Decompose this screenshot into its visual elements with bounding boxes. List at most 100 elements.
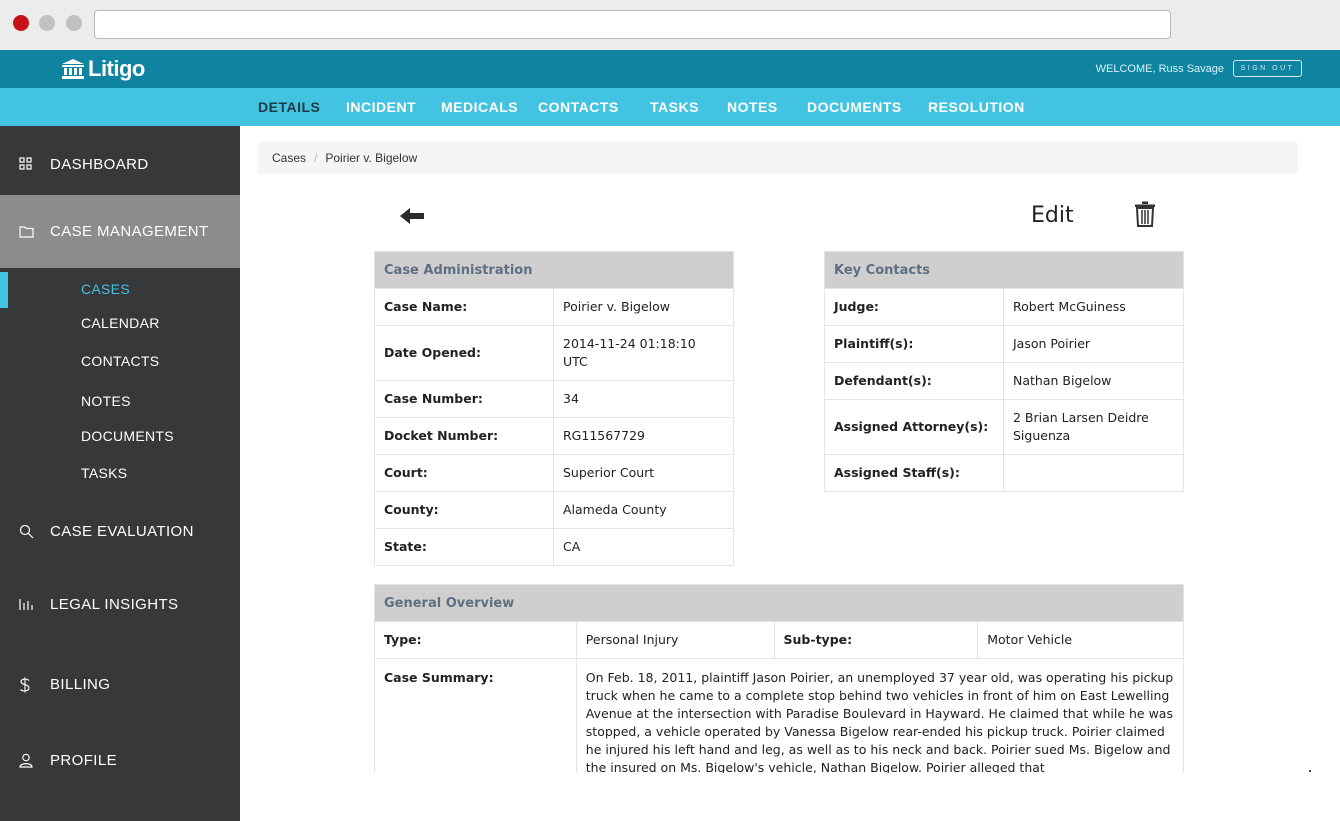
tab-contacts[interactable]: CONTACTS (538, 88, 619, 126)
sidebar-item-label: DASHBOARD (50, 155, 149, 173)
case-number-label: Case Number: (374, 380, 554, 418)
app-name: Litigo (88, 56, 145, 81)
sign-out-button[interactable]: SIGN OUT (1233, 60, 1302, 77)
case-summary-label: Case Summary: (374, 658, 577, 773)
assigned-attorney-label: Assigned Attorney(s): (824, 399, 1004, 455)
sidebar-item-billing[interactable]: BILLING (0, 666, 240, 702)
table-row: Case Summary: On Feb. 18, 2011, plaintif… (374, 658, 1184, 773)
folder-icon (19, 225, 34, 239)
type-value: Personal Injury (575, 621, 775, 659)
table-row: Court: Superior Court (374, 454, 734, 492)
case-summary-text: On Feb. 18, 2011, plaintiff Jason Poirie… (575, 658, 1184, 773)
table-row: Assigned Staff(s): (824, 454, 1184, 492)
case-name-value: Poirier v. Bigelow (553, 288, 734, 326)
sidebar: DASHBOARD CASE MANAGEMENT CASES CALENDAR… (0, 126, 240, 821)
table-row: Docket Number: RG11567729 (374, 417, 734, 455)
table-row: County: Alameda County (374, 491, 734, 529)
state-value: CA (553, 528, 734, 566)
defendant-value: Nathan Bigelow (1003, 362, 1184, 400)
judge-label: Judge: (824, 288, 1004, 326)
breadcrumb-separator: / (314, 151, 318, 165)
sidebar-item-label: LEGAL INSIGHTS (50, 595, 179, 613)
table-row: State: CA (374, 528, 734, 566)
defendant-label: Defendant(s): (824, 362, 1004, 400)
sidebar-item-legal-insights[interactable]: LEGAL INSIGHTS (0, 586, 240, 622)
case-administration-heading: Case Administration (374, 251, 734, 289)
subtype-label: Sub-type: (773, 621, 979, 659)
breadcrumb-current: Poirier v. Bigelow (325, 151, 418, 165)
plaintiff-label: Plaintiff(s): (824, 325, 1004, 363)
sidebar-item-label: BILLING (50, 675, 111, 693)
subnav-documents[interactable]: DOCUMENTS (81, 428, 174, 444)
back-arrow-icon[interactable] (400, 207, 426, 225)
county-value: Alameda County (553, 491, 734, 529)
welcome-text: WELCOME, Russ Savage (1095, 63, 1224, 75)
table-row: Judge: Robert McGuiness (824, 288, 1184, 326)
minimize-window-button[interactable] (39, 15, 55, 31)
grid-icon (19, 157, 33, 171)
case-name-label: Case Name: (374, 288, 554, 326)
trash-icon[interactable] (1134, 201, 1156, 227)
case-nav-tabs: DETAILS INCIDENT MEDICALS CONTACTS TASKS… (0, 88, 1340, 126)
tab-incident[interactable]: INCIDENT (346, 88, 416, 126)
tab-resolution[interactable]: RESOLUTION (928, 88, 1025, 126)
subnav-contacts[interactable]: CONTACTS (81, 353, 159, 369)
date-opened-label: Date Opened: (374, 325, 554, 381)
subnav-notes[interactable]: NOTES (81, 393, 131, 409)
edit-button[interactable]: Edit (1031, 203, 1074, 228)
courthouse-icon (62, 59, 84, 79)
search-icon (19, 524, 34, 539)
court-label: Court: (374, 454, 554, 492)
table-row: Case Number: 34 (374, 380, 734, 418)
county-label: County: (374, 491, 554, 529)
sidebar-item-case-management[interactable]: CASE MANAGEMENT (0, 195, 240, 268)
case-number-value: 34 (553, 380, 734, 418)
app-header: Litigo WELCOME, Russ Savage SIGN OUT (0, 50, 1340, 88)
sidebar-item-label: PROFILE (50, 751, 117, 769)
tab-notes[interactable]: NOTES (727, 88, 778, 126)
general-overview-heading: General Overview (374, 584, 1184, 622)
sidebar-item-profile[interactable]: PROFILE (0, 742, 240, 778)
docket-number-value: RG11567729 (553, 417, 734, 455)
table-row: Date Opened: 2014-11-24 01:18:10 UTC (374, 325, 734, 381)
subnav-calendar[interactable]: CALENDAR (81, 315, 160, 331)
table-row: Defendant(s): Nathan Bigelow (824, 362, 1184, 400)
assigned-staff-label: Assigned Staff(s): (824, 454, 1004, 492)
sidebar-item-dashboard[interactable]: DASHBOARD (0, 146, 240, 182)
subnav-cases[interactable]: CASES (81, 281, 130, 297)
decorative-dot (1309, 770, 1311, 772)
plaintiff-value: Jason Poirier (1003, 325, 1184, 363)
address-bar[interactable] (94, 10, 1171, 39)
assigned-staff-value (1003, 454, 1184, 492)
app-logo[interactable]: Litigo (62, 56, 145, 81)
dollar-icon (19, 677, 33, 693)
docket-number-label: Docket Number: (374, 417, 554, 455)
tab-medicals[interactable]: MEDICALS (441, 88, 518, 126)
general-overview-table: General Overview Type: Personal Injury S… (374, 584, 1184, 773)
tab-tasks[interactable]: TASKS (650, 88, 699, 126)
tab-details[interactable]: DETAILS (258, 88, 320, 126)
sidebar-item-case-evaluation[interactable]: CASE EVALUATION (0, 513, 240, 549)
table-row: Assigned Attorney(s): 2 Brian Larsen Dei… (824, 399, 1184, 455)
subnav-tasks[interactable]: TASKS (81, 465, 127, 481)
sidebar-item-label: CASE MANAGEMENT (50, 223, 209, 240)
bar-chart-icon (19, 597, 33, 611)
active-subitem-marker (0, 272, 8, 308)
browser-chrome (0, 0, 1340, 50)
court-value: Superior Court (553, 454, 734, 492)
subtype-value: Motor Vehicle (977, 621, 1184, 659)
sidebar-item-label: CASE EVALUATION (50, 522, 194, 540)
user-icon (19, 753, 33, 768)
close-window-button[interactable] (13, 15, 29, 31)
key-contacts-heading: Key Contacts (824, 251, 1184, 289)
assigned-attorney-value: 2 Brian Larsen Deidre Siguenza (1003, 399, 1184, 455)
maximize-window-button[interactable] (66, 15, 82, 31)
general-overview-panel[interactable]: General Overview Type: Personal Injury S… (374, 584, 1184, 773)
breadcrumb-cases-link[interactable]: Cases (272, 151, 306, 165)
breadcrumb: Cases / Poirier v. Bigelow (258, 142, 1298, 174)
tab-documents[interactable]: DOCUMENTS (807, 88, 902, 126)
table-row: Type: Personal Injury Sub-type: Motor Ve… (374, 621, 1184, 659)
date-opened-value: 2014-11-24 01:18:10 UTC (553, 325, 734, 381)
table-row: Case Name: Poirier v. Bigelow (374, 288, 734, 326)
type-label: Type: (374, 621, 577, 659)
